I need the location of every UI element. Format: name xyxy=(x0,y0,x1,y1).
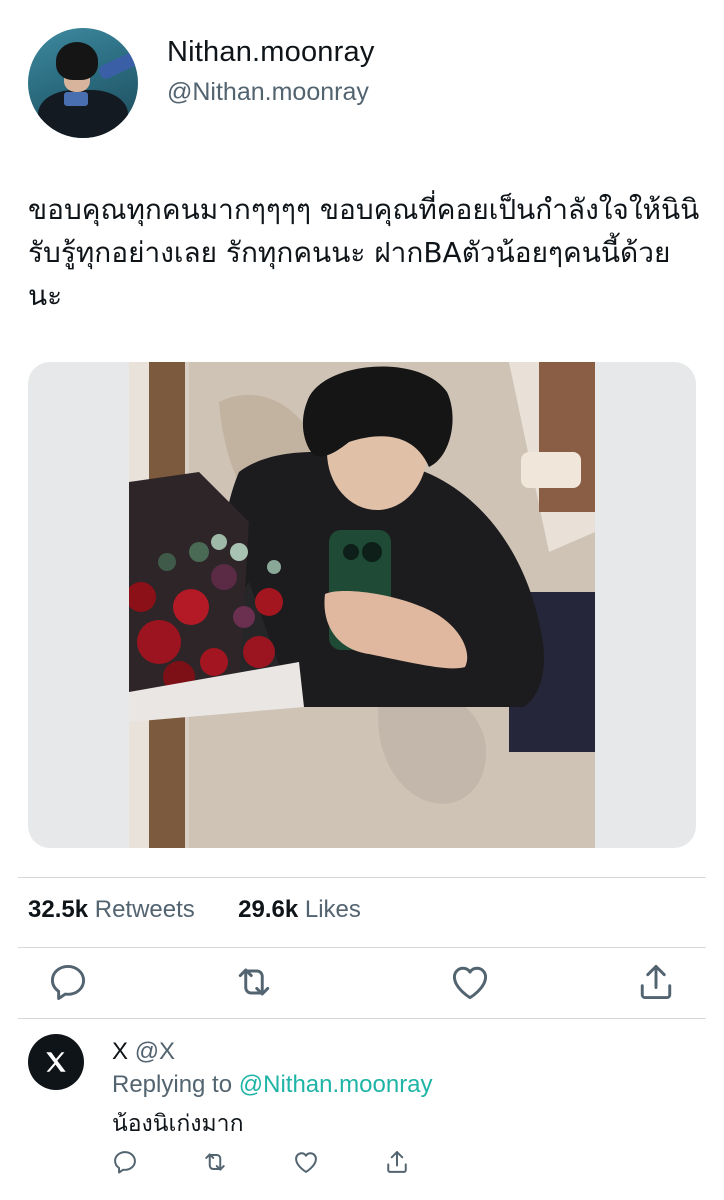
share-icon xyxy=(387,1151,407,1173)
like-icon xyxy=(295,1152,317,1173)
avatar-arm xyxy=(97,49,138,81)
reply-reply-button[interactable] xyxy=(111,1148,139,1176)
reply-avatar[interactable] xyxy=(28,1034,84,1090)
stats-divider-top xyxy=(18,877,706,878)
reply-icon xyxy=(50,964,86,1000)
retweets-count[interactable]: 32.5k xyxy=(28,896,88,923)
likes-count[interactable]: 29.6k xyxy=(238,896,298,923)
reply-divider xyxy=(18,1018,706,1019)
reply-icon xyxy=(114,1151,136,1174)
retweets-label[interactable]: Retweets xyxy=(95,896,195,923)
reply-like-button[interactable] xyxy=(292,1148,320,1176)
tweet-text: ขอบคุณทุกคนมากๆๆๆๆ ขอบคุณที่คอยเป็นกำลัง… xyxy=(28,193,700,312)
profile-avatar[interactable] xyxy=(28,28,138,138)
avatar-hair xyxy=(56,42,98,80)
share-button[interactable] xyxy=(634,960,678,1004)
photo-image xyxy=(129,362,595,848)
like-icon xyxy=(452,966,488,1000)
likes-label[interactable]: Likes xyxy=(305,896,361,923)
reply-author-name[interactable]: X xyxy=(112,1038,128,1065)
profile-handle[interactable]: @Nithan.moonray xyxy=(167,78,369,107)
retweet-button[interactable] xyxy=(232,960,276,1004)
replying-prefix: Replying to xyxy=(112,1071,233,1098)
reply-text: น้องนิเก่งมาก xyxy=(112,1111,244,1137)
like-button[interactable] xyxy=(448,960,492,1004)
avatar-collar xyxy=(64,92,88,106)
reply-button[interactable] xyxy=(46,960,90,1004)
tweet-stats: 32.5k Retweets 29.6k Likes xyxy=(28,896,361,924)
retweet-icon xyxy=(205,1153,225,1171)
profile-name[interactable]: Nithan.moonray xyxy=(167,36,375,69)
tweet-photo[interactable] xyxy=(129,362,595,848)
retweet-icon xyxy=(238,968,270,996)
share-icon xyxy=(640,964,672,1000)
replying-to: Replying to @Nithan.moonray xyxy=(112,1071,433,1099)
tweet-media[interactable] xyxy=(28,362,696,848)
stats-divider-bottom xyxy=(18,947,706,948)
reply-share-button[interactable] xyxy=(383,1148,411,1176)
replying-mention-link[interactable]: @Nithan.moonray xyxy=(239,1071,433,1098)
reply-retweet-button[interactable] xyxy=(201,1148,229,1176)
reply-author-handle[interactable]: @X xyxy=(135,1038,175,1065)
reply-author[interactable]: X @X xyxy=(112,1038,175,1066)
x-logo-icon xyxy=(46,1052,66,1072)
